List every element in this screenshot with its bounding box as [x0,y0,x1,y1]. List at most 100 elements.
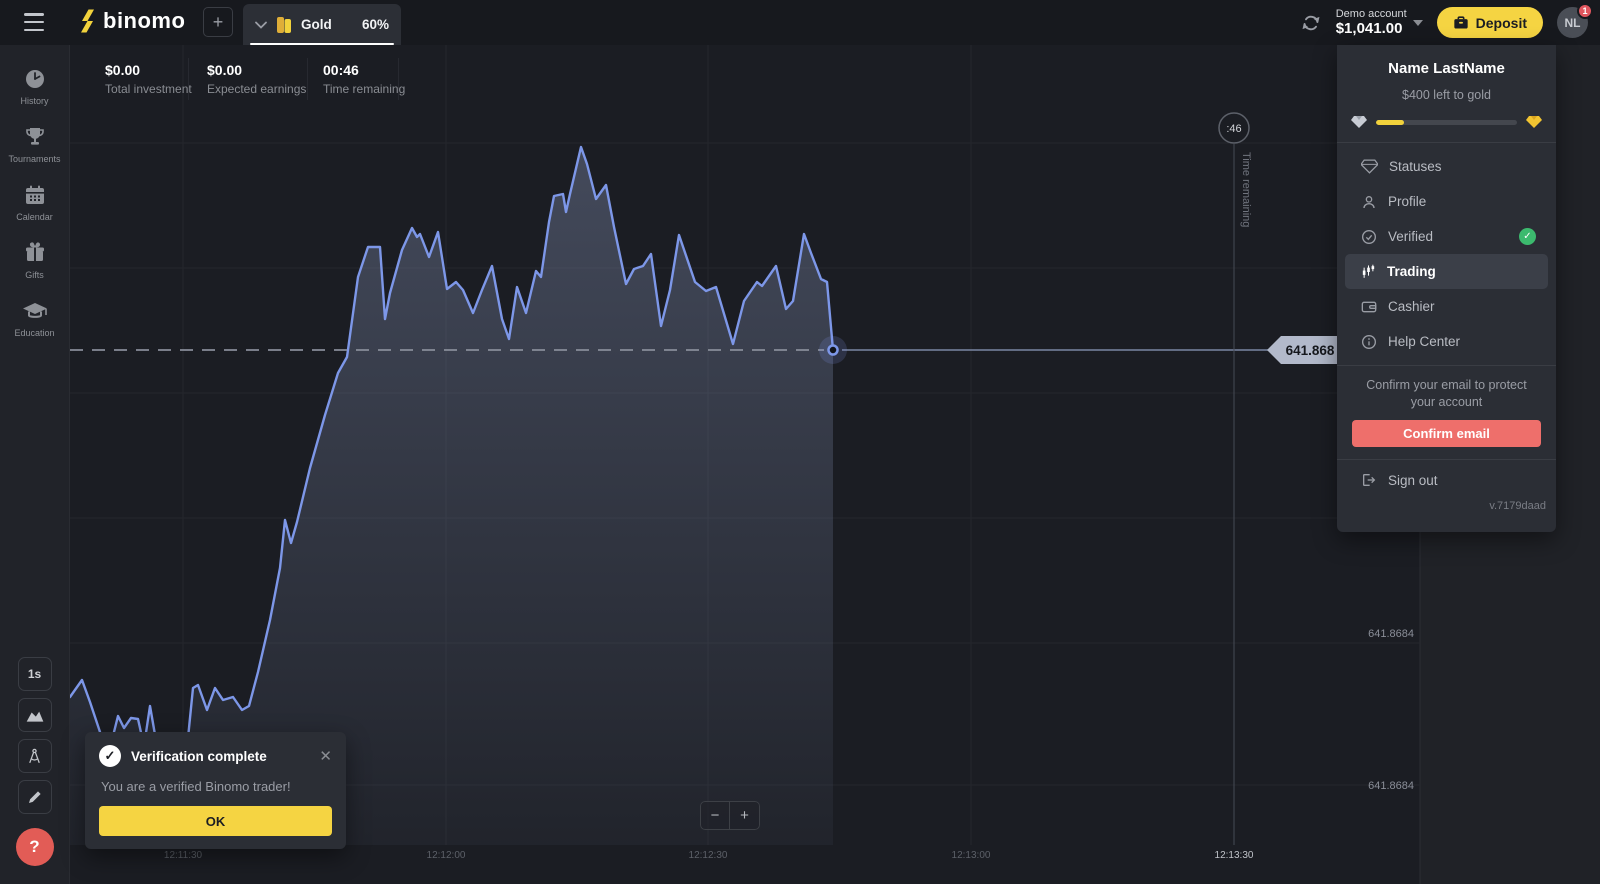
user-icon [1361,194,1377,210]
app-version: v.7179daad [1337,500,1556,512]
zoom-out-button[interactable]: − [700,801,730,830]
time-tick: 12:13:30 [1215,850,1254,861]
sidebar-item-label: History [20,96,48,106]
menu-item-help-center[interactable]: Help Center [1345,324,1548,359]
logo-text: binomo [103,8,185,34]
left-sidebar: History Tournaments Calendar [0,45,70,884]
menu-icon[interactable] [24,13,44,31]
account-balance: $1,041.00 [1336,20,1407,37]
sidebar-item-gifts[interactable]: Gifts [0,231,70,289]
add-asset-button[interactable]: + [203,7,233,37]
status-progress-fill [1376,120,1404,125]
menu-item-label: Cashier [1388,299,1435,314]
sidebar-item-history[interactable]: History [0,57,70,115]
menu-item-statuses[interactable]: Statuses [1345,149,1548,184]
menu-item-label: Profile [1388,194,1426,209]
binomo-logo: binomo [78,8,185,34]
confirm-email-button[interactable]: Confirm email [1352,420,1541,447]
stat-label: Total investment [105,82,192,96]
lightning-icon [78,9,97,33]
area-chart-icon [25,706,45,724]
sidebar-item-calendar[interactable]: Calendar [0,173,70,231]
user-name: Name LastName [1337,60,1556,77]
candlestick-icon [1361,264,1376,280]
menu-item-profile[interactable]: Profile [1345,184,1548,219]
drawing-button[interactable] [18,780,52,814]
current-price-value: 641.868 [1286,343,1335,358]
indicators-button[interactable] [18,739,52,773]
sidebar-item-label: Tournaments [8,154,60,164]
chevron-down-icon [255,21,267,29]
sidebar-item-label: Education [14,328,54,338]
avatar-initials: NL [1565,16,1581,30]
stat-divider [398,58,399,100]
check-circle-icon: ✓ [99,745,121,767]
silver-gem-icon [1351,115,1367,129]
time-tick: 12:11:30 [164,850,203,861]
deposit-button[interactable]: Deposit [1437,7,1543,38]
menu-item-label: Trading [1387,264,1436,279]
deposit-label: Deposit [1476,15,1527,31]
sign-out-button[interactable]: Sign out [1337,460,1556,500]
menu-item-label: Statuses [1389,159,1442,174]
menu-item-cashier[interactable]: Cashier [1345,289,1548,324]
status-progress-track [1376,120,1517,125]
timeframe-button[interactable]: 1s [18,657,52,691]
asset-tab-gold[interactable]: Gold 60% [243,4,401,45]
stat-label: Expected earnings [207,82,306,96]
gem-icon [1361,159,1378,174]
stat-time-remaining: 00:46 Time remaining [323,62,405,96]
status-progress-note: $400 left to gold [1337,88,1556,102]
y-axis-label: 641.8684 [1368,780,1414,792]
menu-item-verified[interactable]: Verified ✓ [1345,219,1548,254]
close-icon[interactable]: ✕ [319,747,332,765]
chevron-down-icon [1413,20,1423,26]
sidebar-item-education[interactable]: Education [0,289,70,347]
stat-divider [307,58,308,100]
account-switcher[interactable]: Demo account $1,041.00 [1336,8,1423,37]
stat-expected-earnings: $0.00 Expected earnings [207,62,306,96]
pencil-icon [26,788,44,806]
time-tick: 12:12:30 [689,850,728,861]
toast-body: You are a verified Binomo trader! [101,779,332,794]
time-tick: 12:13:00 [952,850,991,861]
time-remaining-axis-label: Time remaining [1240,152,1252,227]
stat-divider [188,58,189,100]
trophy-icon [23,125,47,149]
stat-value: $0.00 [105,62,192,78]
calendar-icon [23,183,47,207]
asset-payout: 60% [362,17,389,32]
verified-badge-icon: ✓ [1519,228,1536,245]
top-bar: binomo + Gold 60% Demo account $1,041.00 [0,0,1600,45]
refresh-icon[interactable] [1300,12,1322,34]
menu-item-label: Verified [1388,229,1433,244]
sidebar-item-tournaments[interactable]: Tournaments [0,115,70,173]
stat-value: 00:46 [323,62,405,78]
stat-value: $0.00 [207,62,306,78]
graduation-cap-icon [22,299,48,323]
toast-title: Verification complete [131,749,267,764]
history-clock-icon [23,67,47,91]
current-price-tag: 641.868 [1267,336,1340,364]
menu-item-label: Help Center [1388,334,1460,349]
account-menu-panel: Name LastName $400 left to gold Statuses [1337,45,1556,532]
time-axis: 12:11:30 12:12:00 12:12:30 12:13:00 12:1… [164,850,1254,861]
sign-out-label: Sign out [1388,473,1438,488]
current-point [829,346,838,355]
compass-icon [25,747,44,766]
gold-gem-icon [1526,115,1542,129]
sidebar-item-label: Calendar [16,212,53,222]
info-icon [1361,334,1377,350]
y-axis-label: 641.8684 [1368,628,1414,640]
account-type: Demo account [1336,8,1407,20]
time-tick: 12:12:00 [427,850,466,861]
sign-out-icon [1361,472,1377,488]
check-circle-icon [1361,229,1377,245]
toast-ok-button[interactable]: OK [99,806,332,836]
notification-badge: 1 [1577,3,1593,19]
menu-item-trading[interactable]: Trading [1345,254,1548,289]
chart-type-button[interactable] [18,698,52,732]
avatar[interactable]: NL 1 [1557,7,1588,38]
zoom-in-button[interactable]: + [730,801,760,830]
help-button[interactable]: ? [16,828,54,866]
